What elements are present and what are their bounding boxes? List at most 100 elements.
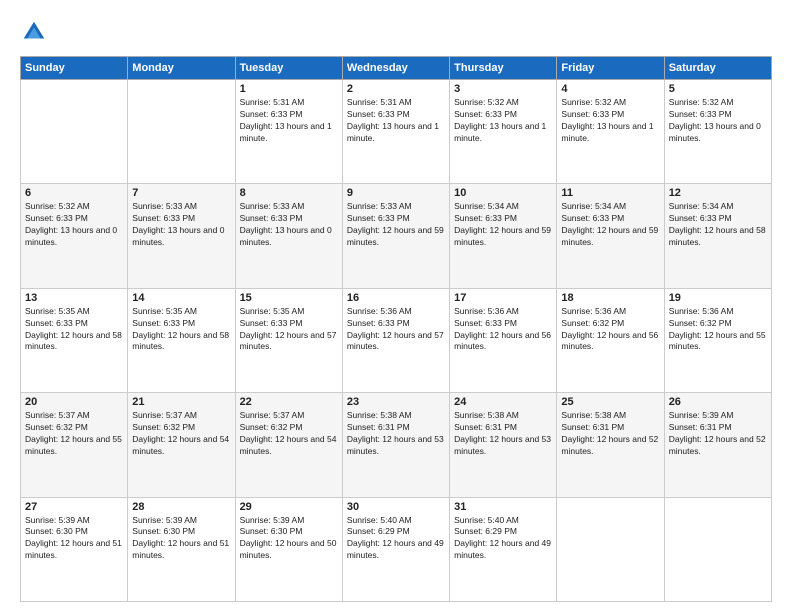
calendar-cell: 16 Sunrise: 5:36 AMSunset: 6:33 PMDayligh…: [342, 288, 449, 392]
calendar-cell: 15Sunrise: 5:35 AMSunset: 6:33 PMDayligh…: [235, 288, 342, 392]
calendar-cell: 23 Sunrise: 5:38 AMSunset: 6:31 PMDayligh…: [342, 393, 449, 497]
day-info: Sunrise: 5:33 AMSunset: 6:33 PMDaylight:…: [240, 201, 338, 249]
day-number: 3: [454, 83, 552, 95]
header: [20, 18, 772, 46]
day-info: Sunrise: 5:37 AMSunset: 6:32 PMDaylight:…: [25, 410, 123, 458]
header-row: SundayMondayTuesdayWednesdayThursdayFrid…: [21, 57, 772, 80]
calendar-week-row: 20 Sunrise: 5:37 AMSunset: 6:32 PMDayligh…: [21, 393, 772, 497]
day-info: Sunrise: 5:36 AMSunset: 6:33 PMDaylight:…: [347, 306, 445, 354]
weekday-header: Tuesday: [235, 57, 342, 80]
calendar-cell: 1 Sunrise: 5:31 AMSunset: 6:33 PMDaylight…: [235, 80, 342, 184]
day-number: 22: [240, 396, 338, 408]
weekday-header: Saturday: [664, 57, 771, 80]
page: SundayMondayTuesdayWednesdayThursdayFrid…: [0, 0, 792, 612]
calendar-cell: 29Sunrise: 5:39 AMSunset: 6:30 PMDayligh…: [235, 497, 342, 601]
day-info: Sunrise: 5:32 AMSunset: 6:33 PMDaylight:…: [25, 201, 123, 249]
day-number: 18: [561, 292, 659, 304]
calendar-cell: 11 Sunrise: 5:34 AMSunset: 6:33 PMDayligh…: [557, 184, 664, 288]
calendar-cell: 10 Sunrise: 5:34 AMSunset: 6:33 PMDayligh…: [450, 184, 557, 288]
calendar-cell: 22 Sunrise: 5:37 AMSunset: 6:32 PMDayligh…: [235, 393, 342, 497]
day-info: Sunrise: 5:34 AMSunset: 6:33 PMDaylight:…: [454, 201, 552, 249]
day-number: 9: [347, 187, 445, 199]
calendar-cell: 18Sunrise: 5:36 AMSunset: 6:32 PMDayligh…: [557, 288, 664, 392]
day-number: 4: [561, 83, 659, 95]
calendar-cell: 12 Sunrise: 5:34 AMSunset: 6:33 PMDayligh…: [664, 184, 771, 288]
day-number: 26: [669, 396, 767, 408]
day-number: 19: [669, 292, 767, 304]
calendar-cell: [664, 497, 771, 601]
day-number: 16: [347, 292, 445, 304]
day-number: 15: [240, 292, 338, 304]
day-number: 2: [347, 83, 445, 95]
logo-icon: [20, 18, 48, 46]
day-number: 20: [25, 396, 123, 408]
calendar-cell: 21 Sunrise: 5:37 AMSunset: 6:32 PMDayligh…: [128, 393, 235, 497]
day-number: 28: [132, 501, 230, 513]
day-number: 17: [454, 292, 552, 304]
day-info: Sunrise: 5:32 AMSunset: 6:33 PMDaylight:…: [669, 97, 767, 145]
calendar-week-row: 1 Sunrise: 5:31 AMSunset: 6:33 PMDaylight…: [21, 80, 772, 184]
day-number: 30: [347, 501, 445, 513]
day-info: Sunrise: 5:39 AMSunset: 6:30 PMDaylight:…: [25, 515, 123, 563]
day-number: 14: [132, 292, 230, 304]
weekday-header: Monday: [128, 57, 235, 80]
calendar-cell: 2Sunrise: 5:31 AMSunset: 6:33 PMDaylight…: [342, 80, 449, 184]
day-number: 5: [669, 83, 767, 95]
day-number: 27: [25, 501, 123, 513]
day-info: Sunrise: 5:39 AMSunset: 6:31 PMDaylight:…: [669, 410, 767, 458]
calendar-cell: 14Sunrise: 5:35 AMSunset: 6:33 PMDayligh…: [128, 288, 235, 392]
calendar-table: SundayMondayTuesdayWednesdayThursdayFrid…: [20, 56, 772, 602]
weekday-header: Wednesday: [342, 57, 449, 80]
day-info: Sunrise: 5:38 AMSunset: 6:31 PMDaylight:…: [347, 410, 445, 458]
day-info: Sunrise: 5:32 AMSunset: 6:33 PMDaylight:…: [454, 97, 552, 145]
weekday-header: Sunday: [21, 57, 128, 80]
day-number: 25: [561, 396, 659, 408]
calendar-cell: 28 Sunrise: 5:39 AMSunset: 6:30 PMDayligh…: [128, 497, 235, 601]
calendar-cell: 27 Sunrise: 5:39 AMSunset: 6:30 PMDayligh…: [21, 497, 128, 601]
day-number: 24: [454, 396, 552, 408]
day-info: Sunrise: 5:35 AMSunset: 6:33 PMDaylight:…: [25, 306, 123, 354]
day-info: Sunrise: 5:37 AMSunset: 6:32 PMDaylight:…: [240, 410, 338, 458]
calendar-cell: [128, 80, 235, 184]
day-info: Sunrise: 5:33 AMSunset: 6:33 PMDaylight:…: [347, 201, 445, 249]
calendar-cell: 20 Sunrise: 5:37 AMSunset: 6:32 PMDayligh…: [21, 393, 128, 497]
weekday-header: Friday: [557, 57, 664, 80]
calendar-cell: 26 Sunrise: 5:39 AMSunset: 6:31 PMDayligh…: [664, 393, 771, 497]
calendar-cell: 31Sunrise: 5:40 AMSunset: 6:29 PMDayligh…: [450, 497, 557, 601]
day-info: Sunrise: 5:34 AMSunset: 6:33 PMDaylight:…: [669, 201, 767, 249]
day-info: Sunrise: 5:38 AMSunset: 6:31 PMDaylight:…: [561, 410, 659, 458]
calendar-cell: 5 Sunrise: 5:32 AMSunset: 6:33 PMDaylight…: [664, 80, 771, 184]
day-number: 12: [669, 187, 767, 199]
calendar-cell: 7 Sunrise: 5:33 AMSunset: 6:33 PMDaylight…: [128, 184, 235, 288]
calendar-cell: 9 Sunrise: 5:33 AMSunset: 6:33 PMDaylight…: [342, 184, 449, 288]
logo: [20, 18, 52, 46]
day-info: Sunrise: 5:36 AMSunset: 6:32 PMDaylight:…: [669, 306, 767, 354]
day-number: 21: [132, 396, 230, 408]
calendar-week-row: 13 Sunrise: 5:35 AMSunset: 6:33 PMDayligh…: [21, 288, 772, 392]
day-info: Sunrise: 5:36 AMSunset: 6:33 PMDaylight:…: [454, 306, 552, 354]
day-number: 29: [240, 501, 338, 513]
day-number: 10: [454, 187, 552, 199]
day-number: 11: [561, 187, 659, 199]
day-info: Sunrise: 5:39 AMSunset: 6:30 PMDaylight:…: [132, 515, 230, 563]
day-info: Sunrise: 5:31 AMSunset: 6:33 PMDaylight:…: [240, 97, 338, 145]
calendar-cell: 13 Sunrise: 5:35 AMSunset: 6:33 PMDayligh…: [21, 288, 128, 392]
day-info: Sunrise: 5:40 AMSunset: 6:29 PMDaylight:…: [347, 515, 445, 563]
weekday-header: Thursday: [450, 57, 557, 80]
day-info: Sunrise: 5:38 AMSunset: 6:31 PMDaylight:…: [454, 410, 552, 458]
day-number: 8: [240, 187, 338, 199]
day-number: 23: [347, 396, 445, 408]
calendar-cell: [557, 497, 664, 601]
day-number: 13: [25, 292, 123, 304]
day-number: 7: [132, 187, 230, 199]
calendar-cell: 8 Sunrise: 5:33 AMSunset: 6:33 PMDaylight…: [235, 184, 342, 288]
calendar-cell: 24 Sunrise: 5:38 AMSunset: 6:31 PMDayligh…: [450, 393, 557, 497]
day-info: Sunrise: 5:33 AMSunset: 6:33 PMDaylight:…: [132, 201, 230, 249]
day-number: 1: [240, 83, 338, 95]
day-info: Sunrise: 5:37 AMSunset: 6:32 PMDaylight:…: [132, 410, 230, 458]
day-info: Sunrise: 5:34 AMSunset: 6:33 PMDaylight:…: [561, 201, 659, 249]
calendar-cell: 17 Sunrise: 5:36 AMSunset: 6:33 PMDayligh…: [450, 288, 557, 392]
calendar-cell: 4Sunrise: 5:32 AMSunset: 6:33 PMDaylight…: [557, 80, 664, 184]
calendar-week-row: 6Sunrise: 5:32 AMSunset: 6:33 PMDaylight…: [21, 184, 772, 288]
calendar-cell: 30 Sunrise: 5:40 AMSunset: 6:29 PMDayligh…: [342, 497, 449, 601]
